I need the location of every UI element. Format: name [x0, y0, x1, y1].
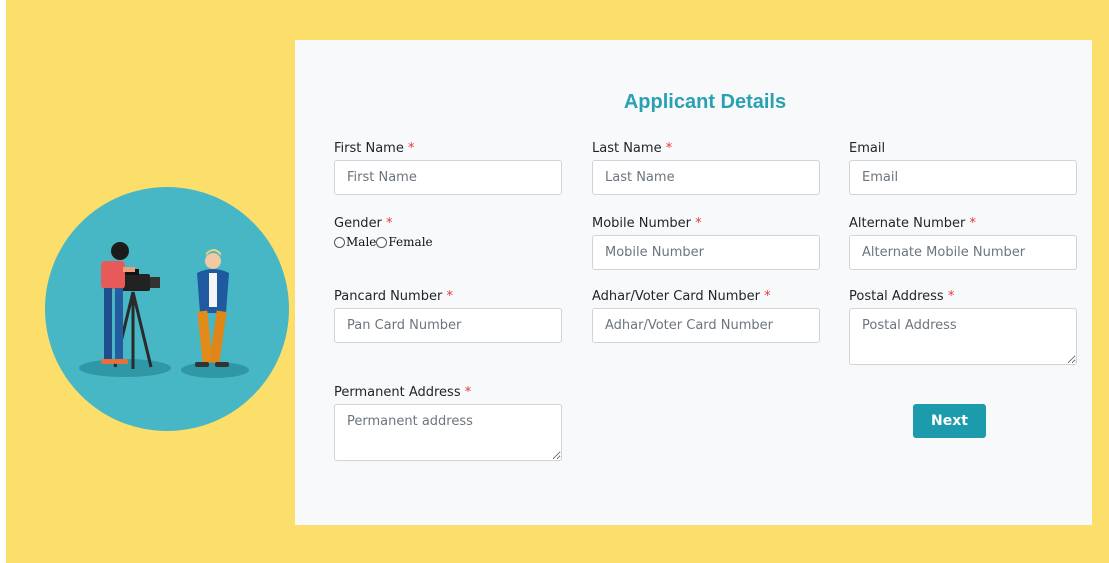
alternate-number-label: Alternate Number — [849, 216, 966, 231]
required-asterisk: * — [764, 289, 771, 304]
postal-address-label: Postal Address — [849, 289, 944, 304]
first-name-label: First Name — [334, 141, 404, 156]
email-label: Email — [849, 141, 886, 156]
last-name-label: Last Name — [592, 141, 662, 156]
pancard-number-input[interactable] — [334, 308, 562, 343]
last-name-field: Last Name * — [592, 140, 820, 195]
alternate-number-field: Alternate Number * — [849, 215, 1077, 270]
required-asterisk: * — [695, 216, 702, 231]
adhar-number-field: Adhar/Voter Card Number * — [592, 288, 820, 343]
postal-address-textarea[interactable] — [849, 308, 1077, 365]
adhar-number-label: Adhar/Voter Card Number — [592, 289, 761, 304]
mobile-number-label: Mobile Number — [592, 216, 691, 231]
last-name-input[interactable] — [592, 160, 820, 195]
gender-radio-group: Male Female — [334, 235, 562, 249]
pancard-number-field: Pancard Number * — [334, 288, 562, 343]
permanent-address-label: Permanent Address — [334, 385, 461, 400]
email-input[interactable] — [849, 160, 1077, 195]
gender-female-radio[interactable] — [376, 236, 388, 248]
required-asterisk: * — [969, 216, 977, 231]
gender-male-label: Male — [346, 235, 377, 249]
pancard-number-label: Pancard Number — [334, 289, 443, 304]
required-asterisk: * — [464, 385, 472, 400]
form-title: Applicant Details — [623, 91, 787, 113]
applicant-form-card: Applicant Details First Name * Last Name… — [295, 40, 1092, 525]
first-name-field: First Name * — [334, 140, 562, 195]
gender-female-label: Female — [388, 235, 433, 249]
mobile-number-input[interactable] — [592, 235, 820, 270]
permanent-address-textarea[interactable] — [334, 404, 562, 461]
required-asterisk: * — [446, 289, 453, 304]
postal-address-field: Postal Address * — [849, 288, 1077, 365]
gender-male-radio[interactable] — [334, 236, 345, 248]
first-name-input[interactable] — [334, 160, 562, 195]
email-field: Email — [849, 140, 1077, 195]
adhar-number-input[interactable] — [592, 308, 820, 343]
alternate-number-input[interactable] — [849, 235, 1077, 270]
mobile-number-field: Mobile Number * — [592, 215, 820, 270]
gender-field: Gender * Male Female — [334, 215, 562, 249]
videographer-illustration — [45, 187, 289, 431]
required-asterisk: * — [665, 141, 673, 156]
next-button[interactable]: Next — [913, 404, 986, 438]
gender-label: Gender — [334, 216, 382, 231]
permanent-address-field: Permanent Address * — [334, 384, 562, 461]
required-asterisk: * — [407, 141, 415, 156]
required-asterisk: * — [947, 289, 955, 304]
required-asterisk: * — [386, 216, 393, 231]
